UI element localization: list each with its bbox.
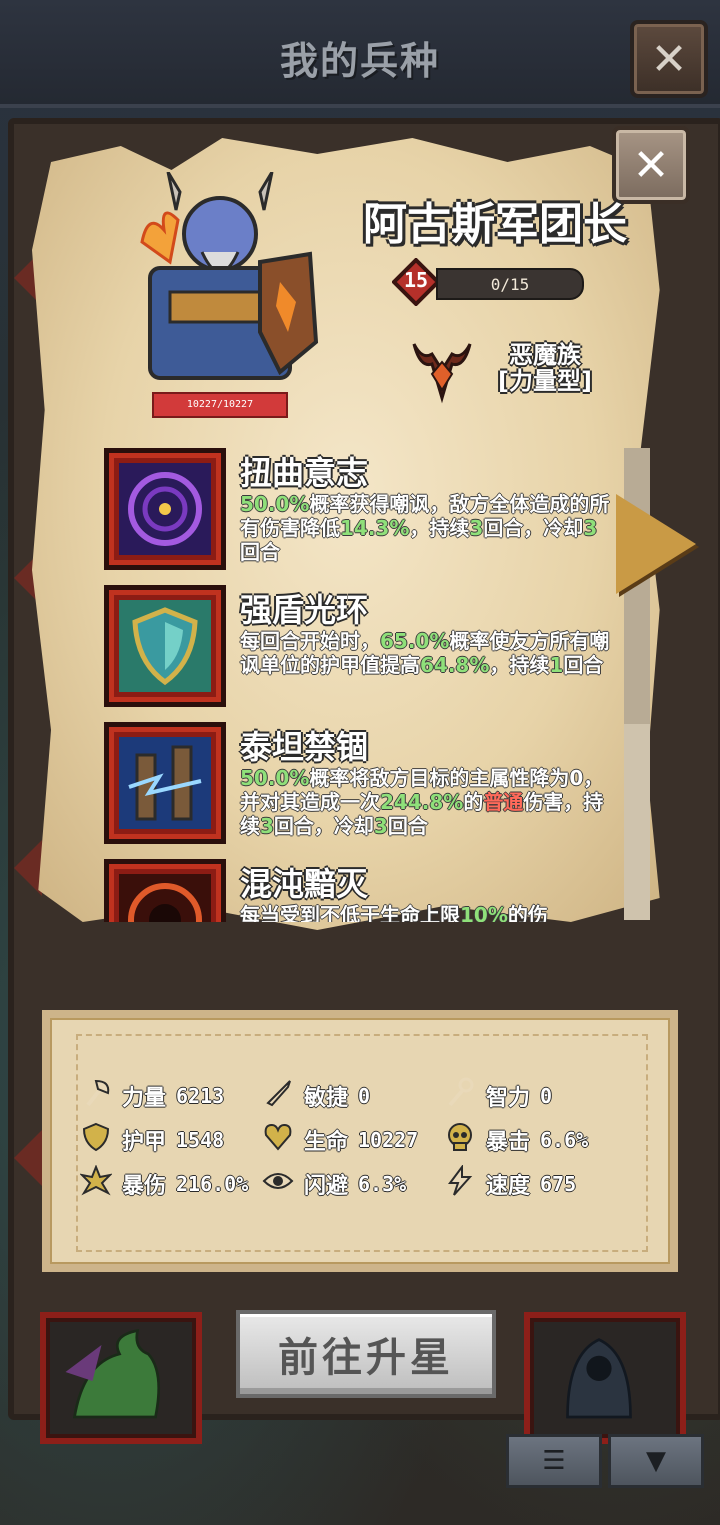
hero-race: 恶魔族 [力量型] bbox=[480, 342, 610, 394]
skull-icon bbox=[444, 1121, 486, 1159]
stat-value: 0 bbox=[540, 1084, 553, 1108]
skill-name: 扭曲意志 bbox=[240, 454, 369, 492]
unit-card-shadow[interactable] bbox=[524, 1312, 686, 1444]
stat-value: 6.3% bbox=[358, 1172, 407, 1196]
left-arrow-icon bbox=[14, 1130, 42, 1186]
eye-icon bbox=[262, 1165, 304, 1203]
stat-item: 闪避 6.3% bbox=[262, 1166, 406, 1202]
armor-icon bbox=[80, 1121, 122, 1159]
stat-item: 智力 0 bbox=[444, 1077, 553, 1115]
stat-value: 1548 bbox=[176, 1128, 225, 1152]
demon-race-icon bbox=[412, 343, 472, 404]
stat-item: 敏捷 0 bbox=[262, 1078, 370, 1114]
stat-value: 216.0% bbox=[176, 1172, 249, 1196]
stat-label: 护甲 bbox=[122, 1130, 167, 1155]
stat-label: 智力 bbox=[486, 1086, 531, 1111]
stat-item: 暴伤 216.0% bbox=[78, 1164, 249, 1203]
hooded-figure-icon bbox=[566, 1338, 632, 1419]
stat-label: 敏捷 bbox=[304, 1086, 349, 1111]
close-icon: ✕ bbox=[650, 33, 688, 85]
heart-icon bbox=[262, 1121, 304, 1159]
stat-label: 闪避 bbox=[304, 1174, 349, 1199]
staff-icon bbox=[444, 1077, 486, 1115]
dragon-icon bbox=[65, 1328, 161, 1419]
stat-label: 生命 bbox=[304, 1130, 349, 1155]
skill-item[interactable]: 扭曲意志 50.0%概率获得嘲讽，敌方全体造成的所有伤害降低14.3%，持续3回合… bbox=[104, 444, 624, 581]
skill-list[interactable]: 扭曲意志 50.0%概率获得嘲讽，敌方全体造成的所有伤害降低14.3%，持续3回合… bbox=[104, 444, 624, 922]
left-arrow-icon bbox=[14, 840, 42, 896]
skill-name: 混沌黯灭 bbox=[240, 865, 369, 903]
lightning-icon bbox=[444, 1164, 486, 1203]
dagger-icon bbox=[262, 1077, 304, 1115]
stat-value: 6.6% bbox=[540, 1128, 589, 1152]
stat-item: 速度 675 bbox=[444, 1164, 577, 1203]
void-vortex-icon bbox=[104, 448, 226, 570]
go-upgrade-star-button[interactable]: 前往升星 bbox=[236, 1310, 496, 1398]
stat-label: 暴击 bbox=[486, 1130, 531, 1155]
hero-hp-bar: 10227/10227 bbox=[152, 392, 288, 418]
stat-value: 6213 bbox=[176, 1084, 225, 1108]
close-icon: ✕ bbox=[632, 139, 670, 191]
skill-description: 50.0%概率将敌方目标的主属性降为0，并对其造成一次244.8%的普通伤害，持… bbox=[240, 766, 604, 838]
stat-item: 力量 6213 bbox=[80, 1078, 224, 1114]
stat-item: 护甲 1548 bbox=[80, 1122, 224, 1158]
stat-label: 暴伤 bbox=[122, 1174, 167, 1199]
burst-icon bbox=[78, 1164, 122, 1203]
race-type: [力量型] bbox=[498, 367, 592, 395]
stat-item: 生命 10227 bbox=[262, 1122, 418, 1158]
skill-item[interactable]: 混沌黯灭 每当受到不低于生命上限10%的伤 bbox=[104, 855, 624, 922]
page-title: 我的兵种 bbox=[279, 39, 440, 83]
close-button[interactable]: ✕ bbox=[630, 20, 708, 98]
stat-label: 速度 bbox=[486, 1174, 531, 1199]
next-unit-arrow-icon[interactable] bbox=[616, 494, 696, 594]
header-bar: 我的兵种 bbox=[0, 0, 720, 108]
star-progress-bar: 0/15 bbox=[436, 268, 584, 300]
chaos-vortex-icon bbox=[104, 859, 226, 922]
race-label: 恶魔族 bbox=[509, 341, 581, 369]
skill-description: 50.0%概率获得嘲讽，敌方全体造成的所有伤害降低14.3%，持续3回合，冷却3… bbox=[240, 492, 610, 564]
filter-icon: ▼ bbox=[646, 1446, 666, 1476]
stat-label: 力量 bbox=[122, 1086, 167, 1111]
skill-description: 每回合开始时，65.0%概率使友方所有嘲讽单位的护甲值提高64.8%，持续1回合 bbox=[240, 629, 610, 677]
skill-name: 强盾光环 bbox=[240, 591, 369, 629]
stat-value: 675 bbox=[540, 1172, 577, 1196]
stat-value: 0 bbox=[358, 1084, 371, 1108]
unit-card-dragon[interactable] bbox=[40, 1312, 202, 1444]
filter-button[interactable]: ▼ bbox=[608, 1434, 704, 1488]
hero-portrait bbox=[140, 172, 319, 380]
skill-name: 泰坦禁锢 bbox=[240, 728, 369, 766]
axe-icon bbox=[80, 1077, 122, 1115]
skill-item[interactable]: 泰坦禁锢 50.0%概率将敌方目标的主属性降为0，并对其造成一次244.8%的普通… bbox=[104, 718, 624, 855]
skill-description: 每当受到不低于生命上限10%的伤 bbox=[240, 903, 548, 922]
shield-aura-icon bbox=[104, 585, 226, 707]
hero-name: 阿古斯军团长 bbox=[363, 199, 627, 250]
stat-item: 暴击 6.6% bbox=[444, 1122, 588, 1158]
titan-prison-icon bbox=[104, 722, 226, 844]
skill-item[interactable]: 强盾光环 每回合开始时，65.0%概率使友方所有嘲讽单位的护甲值提高64.8%，持… bbox=[104, 581, 624, 718]
star-progress-text: 0/15 bbox=[490, 274, 530, 294]
stat-value: 10227 bbox=[358, 1128, 419, 1152]
list-view-button[interactable]: ☰ bbox=[506, 1434, 602, 1488]
list-icon: ☰ bbox=[542, 1446, 566, 1476]
hero-level: 15 bbox=[403, 268, 429, 292]
